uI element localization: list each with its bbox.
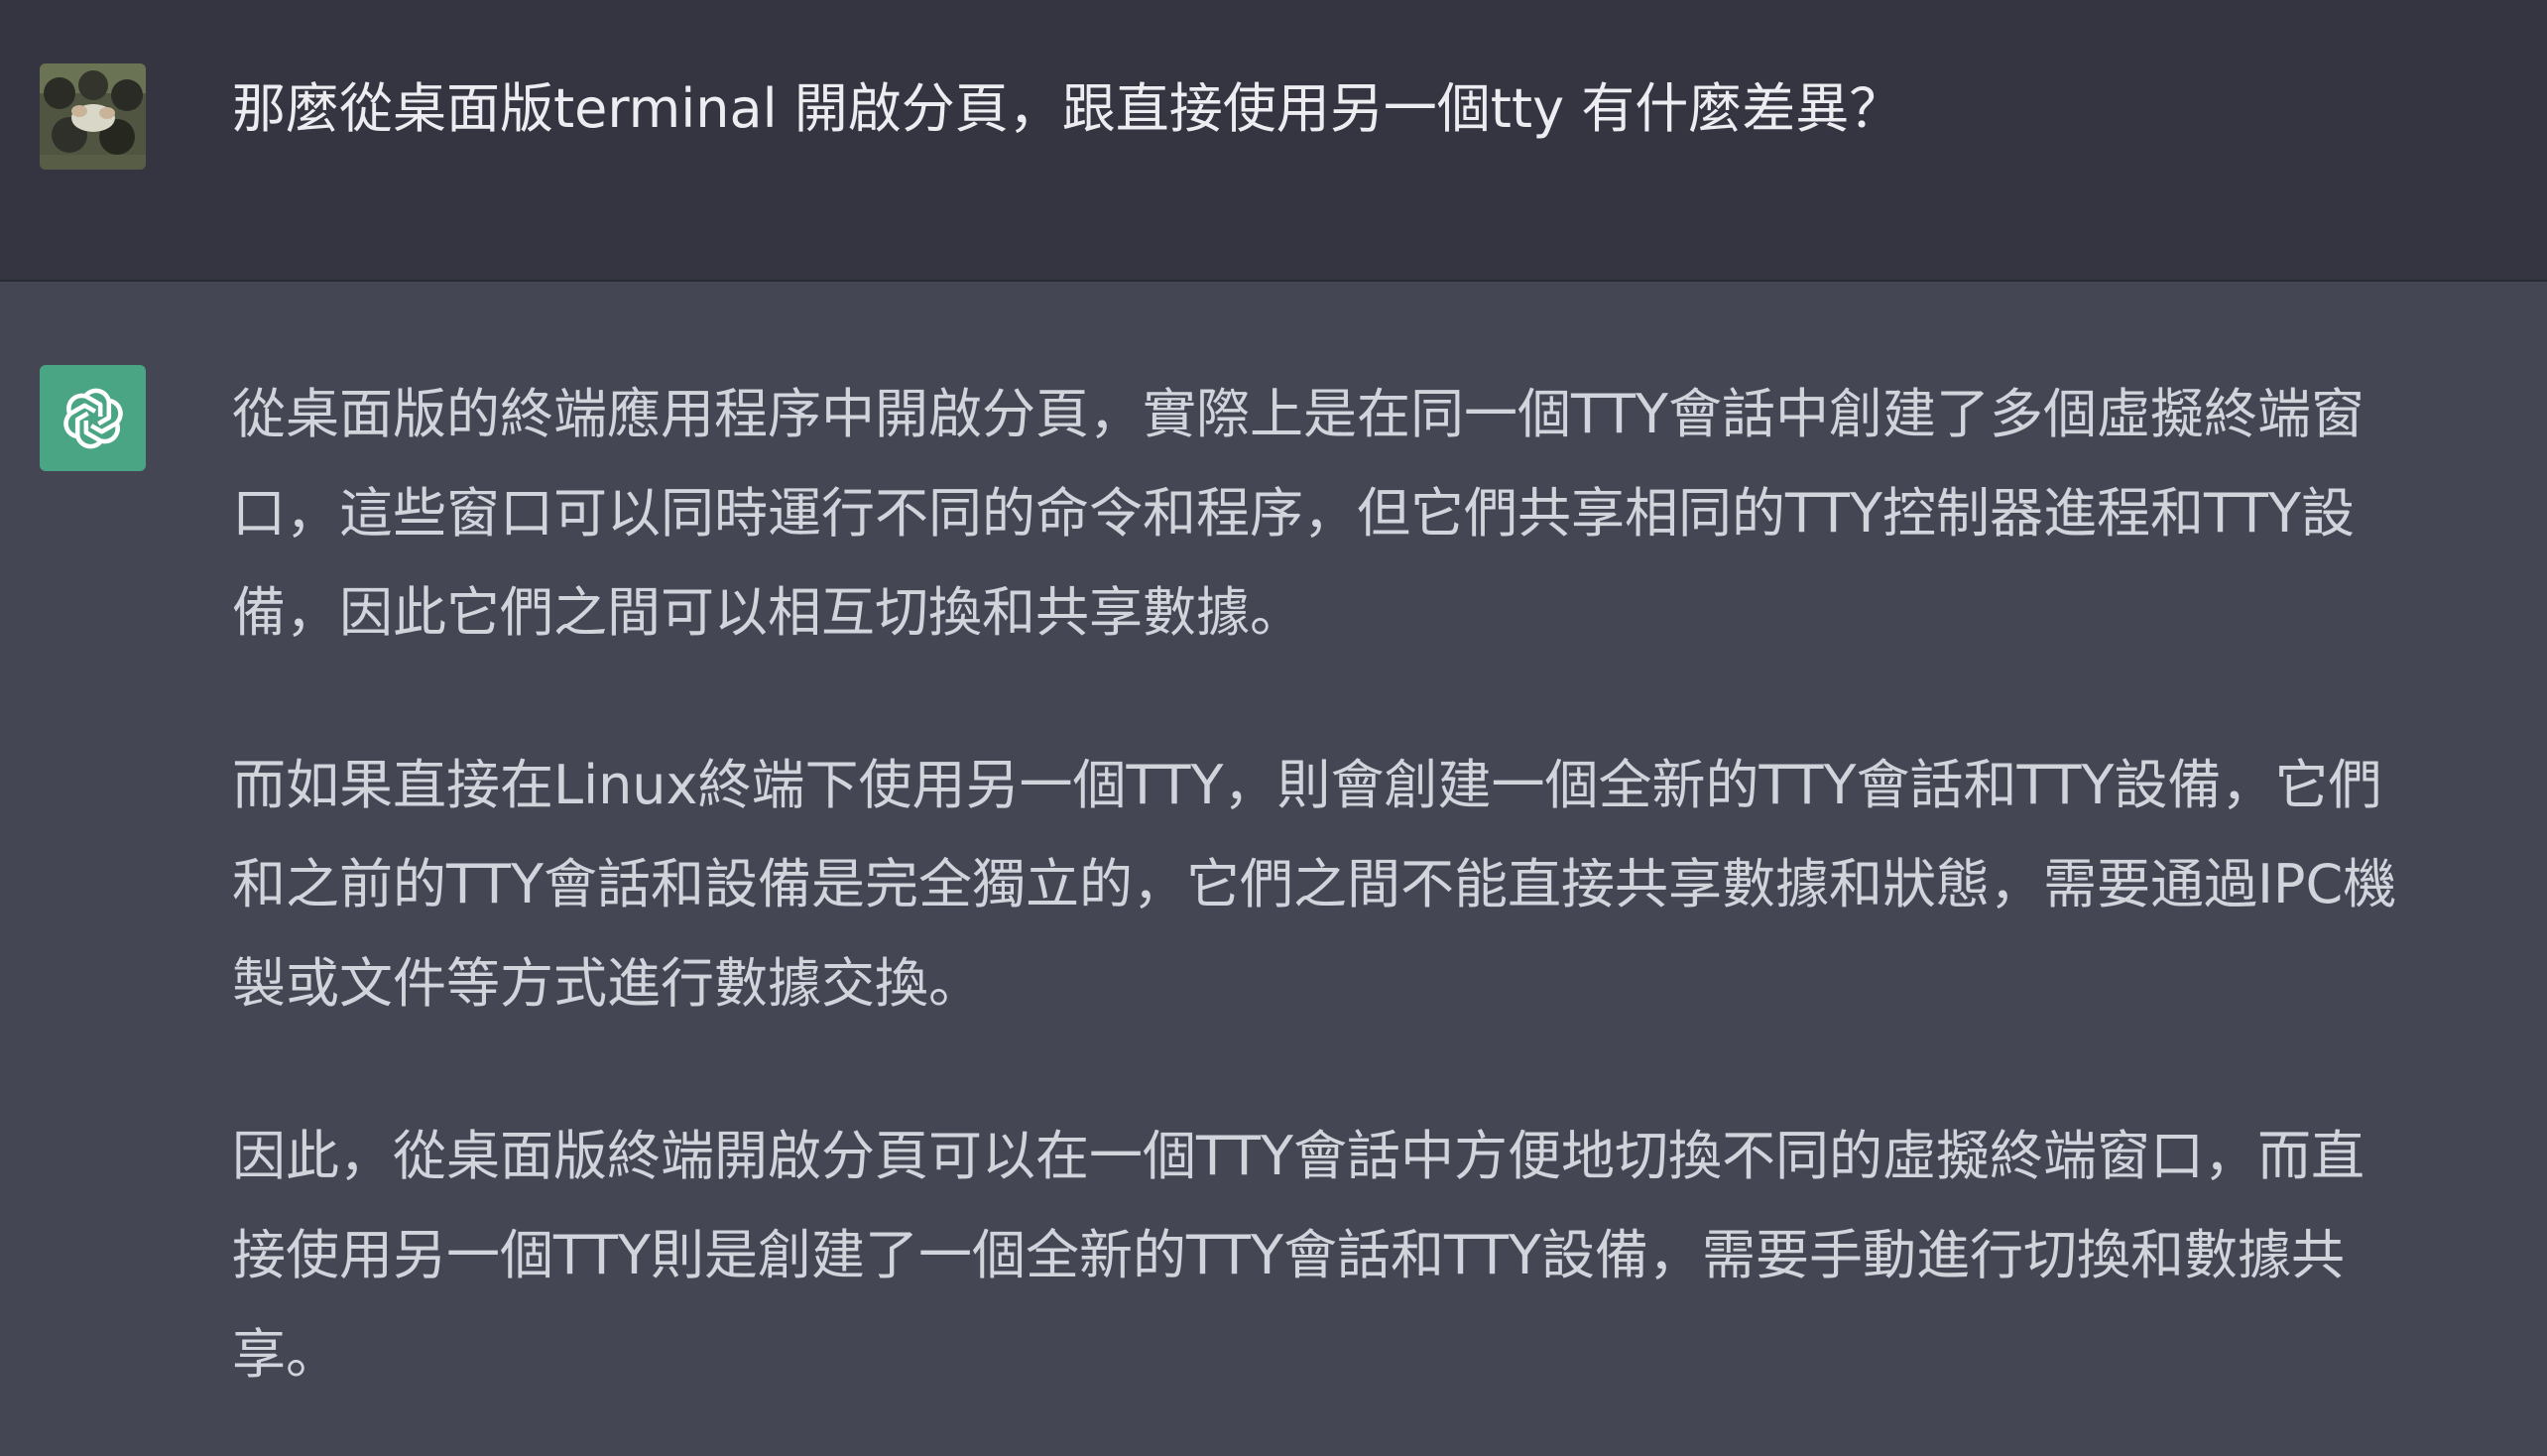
assistant-text-line: 和之前的TTY會話和設備是完全獨立的，它們之間不能直接共享數據和狀態，需要通過I… xyxy=(232,853,2397,915)
chat-thread: 那麼從桌面版terminal 開啟分頁，跟直接使用另一個tty 有什麼差異？ 從… xyxy=(0,0,2547,1456)
assistant-avatar xyxy=(40,365,146,471)
assistant-text-line: 口，這些窗口可以同時運行不同的命令和程序，但它們共享相同的TTY控制器進程和TT… xyxy=(232,482,2356,545)
assistant-text-line: 享。 xyxy=(232,1323,339,1386)
assistant-paragraph: 而如果直接在Linux終端下使用另一個TTY，則會創建一個全新的TTY會話和TT… xyxy=(232,736,2547,1033)
user-message-text: 那麼從桌面版terminal 開啟分頁，跟直接使用另一個tty 有什麼差異？ xyxy=(232,77,1903,140)
assistant-text-line: 製或文件等方式進行數據交換。 xyxy=(232,952,982,1015)
openai-logo-icon xyxy=(62,388,123,448)
assistant-text-line: 接使用另一個TTY則是創建了一個全新的TTY會話和TTY設備，需要手動進行切換和… xyxy=(232,1224,2346,1286)
user-avatar xyxy=(40,63,146,170)
assistant-text-line: 因此，從桌面版終端開啟分頁可以在一個TTY會話中方便地切換不同的虛擬終端窗口，而… xyxy=(232,1125,2365,1187)
assistant-text-line: 從桌面版的終端應用程序中開啟分頁，實際上是在同一個TTY會話中創建了多個虛擬終端… xyxy=(232,383,2365,445)
assistant-message-row: 從桌面版的終端應用程序中開啟分頁，實際上是在同一個TTY會話中創建了多個虛擬終端… xyxy=(0,282,2547,1456)
assistant-paragraph: 從桌面版的終端應用程序中開啟分頁，實際上是在同一個TTY會話中創建了多個虛擬終端… xyxy=(232,365,2547,663)
user-message-row: 那麼從桌面版terminal 開啟分頁，跟直接使用另一個tty 有什麼差異？ xyxy=(0,0,2547,282)
assistant-text-line: 備，因此它們之間可以相互切換和共享數據。 xyxy=(232,581,1303,644)
assistant-text-line: 而如果直接在Linux終端下使用另一個TTY，則會創建一個全新的TTY會話和TT… xyxy=(232,754,2382,816)
assistant-paragraph: 因此，從桌面版終端開啟分頁可以在一個TTY會話中方便地切換不同的虛擬終端窗口，而… xyxy=(232,1107,2547,1404)
user-photo-avatar-icon xyxy=(40,63,146,170)
assistant-message-body: 從桌面版的終端應用程序中開啟分頁，實際上是在同一個TTY會話中創建了多個虛擬終端… xyxy=(232,365,2547,1456)
